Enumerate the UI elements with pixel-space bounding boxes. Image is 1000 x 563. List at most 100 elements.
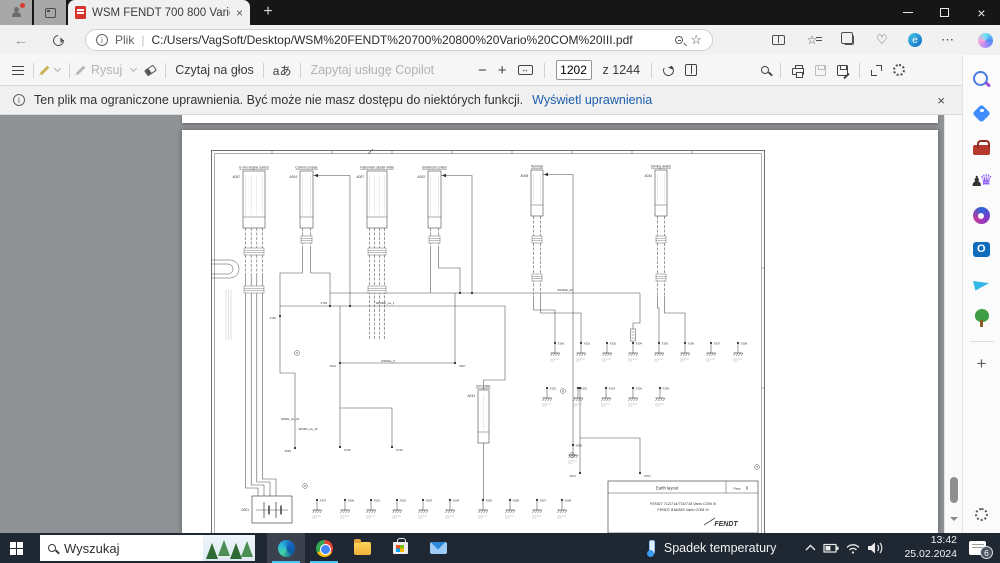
highlighter-chevron-icon[interactable] bbox=[53, 64, 62, 73]
scrollbar-thumb[interactable] bbox=[950, 477, 958, 503]
draw-label[interactable]: Rysuj bbox=[91, 63, 122, 77]
refresh-button[interactable] bbox=[47, 29, 69, 51]
fit-to-width-icon[interactable]: ↔ bbox=[517, 65, 533, 75]
window-close-button[interactable]: × bbox=[963, 0, 1000, 25]
chevron-up-icon[interactable] bbox=[805, 544, 816, 551]
save-as-icon[interactable] bbox=[837, 64, 849, 76]
search-icon[interactable] bbox=[971, 69, 993, 91]
browser-essentials-button[interactable]: ♡ bbox=[870, 29, 894, 51]
wire bbox=[310, 246, 331, 306]
eraser-icon[interactable] bbox=[144, 63, 158, 77]
fullscreen-icon[interactable] bbox=[871, 64, 883, 76]
taskbar-clock[interactable]: 13:42 25.02.2024 bbox=[904, 534, 957, 561]
favorites-button[interactable]: ☆ bbox=[800, 29, 824, 51]
window-minimize-button[interactable] bbox=[889, 0, 926, 25]
draw-chevron-icon[interactable] bbox=[130, 64, 138, 73]
tab-close-icon[interactable]: × bbox=[236, 6, 243, 20]
battery-icon[interactable] bbox=[823, 543, 839, 553]
svg-text:X763: X763 bbox=[320, 301, 327, 305]
pdf-settings-gear-icon[interactable] bbox=[893, 64, 906, 76]
translate-icon[interactable]: aあ bbox=[273, 62, 292, 79]
address-prefix: Plik bbox=[115, 33, 135, 47]
document-search-icon[interactable] bbox=[761, 66, 770, 74]
page-number-input[interactable] bbox=[555, 60, 592, 80]
svg-text:X590: X590 bbox=[576, 444, 583, 448]
svg-text:X501: X501 bbox=[374, 499, 381, 503]
volume-icon[interactable] bbox=[868, 542, 883, 554]
start-button[interactable] bbox=[0, 533, 40, 563]
info-icon[interactable]: i bbox=[96, 34, 108, 46]
notification-center-button[interactable]: 6 bbox=[969, 541, 993, 559]
browser-titlebar: WSM FENDT 700 800 Vario COM × + × bbox=[0, 0, 1000, 25]
window-maximize-button[interactable] bbox=[926, 0, 963, 25]
svg-text:A034: A034 bbox=[645, 174, 653, 178]
notice-close-icon[interactable]: × bbox=[937, 93, 945, 108]
edge-sidebar-icons bbox=[971, 63, 993, 335]
print-icon[interactable] bbox=[792, 65, 805, 78]
zoom-in-button[interactable]: + bbox=[498, 62, 507, 79]
ground-X503: X503 bbox=[418, 499, 432, 519]
sidebar-settings-gear-icon[interactable] bbox=[975, 508, 988, 521]
system-tray[interactable] bbox=[802, 540, 890, 556]
component-A007: Instrument cluster white A007 bbox=[357, 166, 394, 340]
scrollbar-down-arrow-icon[interactable] bbox=[950, 517, 958, 525]
draw-pen-icon[interactable] bbox=[75, 65, 86, 75]
taskbar-app-edge[interactable] bbox=[267, 533, 305, 563]
save-icon[interactable] bbox=[815, 64, 827, 76]
svg-text:A008: A008 bbox=[521, 174, 529, 178]
address-bar[interactable]: i Plik | C:/Users/VagSoft/Desktop/WSM%20… bbox=[85, 29, 713, 51]
pdf-viewport[interactable]: E-box engine control A057 Control console A… bbox=[0, 115, 944, 533]
svg-text:X375: X375 bbox=[320, 499, 327, 503]
svg-text:E-box engine control: E-box engine control bbox=[239, 166, 269, 170]
table-of-contents-icon[interactable] bbox=[12, 65, 24, 75]
browser-tab[interactable]: WSM FENDT 700 800 Vario COM × bbox=[68, 0, 250, 25]
zoom-out-page-icon[interactable] bbox=[675, 36, 684, 44]
taskbar-app-chrome[interactable] bbox=[305, 533, 343, 563]
wifi-icon[interactable] bbox=[846, 544, 860, 554]
games-icon[interactable] bbox=[971, 171, 993, 193]
svg-text:X508: X508 bbox=[565, 499, 572, 503]
weather-widget[interactable]: Spadek temperatury bbox=[647, 539, 776, 557]
wire bbox=[256, 276, 271, 496]
zoom-out-button[interactable]: − bbox=[478, 62, 487, 79]
ask-copilot-button[interactable]: Zapytaj usługę Copilot bbox=[310, 63, 434, 77]
read-aloud-button[interactable]: Czytaj na głos bbox=[175, 63, 254, 77]
profile-notification-dot bbox=[20, 3, 25, 8]
shopping-icon[interactable] bbox=[971, 103, 993, 125]
wire bbox=[438, 246, 461, 293]
svg-text:X332: X332 bbox=[581, 387, 588, 391]
taskbar-app-mail[interactable] bbox=[419, 533, 457, 563]
taskbar-search-box[interactable]: Wyszukaj bbox=[40, 535, 255, 561]
taskbar-app-store[interactable] bbox=[381, 533, 419, 563]
svg-text:Earth layout: Earth layout bbox=[656, 486, 679, 491]
search-decoration-trees bbox=[203, 535, 255, 561]
rewards-button[interactable]: e bbox=[903, 29, 927, 51]
battery-G001: G001 bbox=[241, 495, 293, 524]
svg-text:X500: X500 bbox=[348, 499, 355, 503]
toolbox-icon[interactable] bbox=[971, 137, 993, 159]
profile-button[interactable] bbox=[0, 0, 32, 25]
rotate-icon[interactable] bbox=[661, 63, 676, 77]
back-button[interactable]: ← bbox=[10, 29, 32, 51]
split-screen-button[interactable] bbox=[766, 29, 790, 51]
pdf-scrollbar[interactable] bbox=[944, 115, 962, 533]
new-tab-button[interactable]: + bbox=[257, 1, 279, 23]
collections-button[interactable] bbox=[837, 29, 861, 51]
outlook-icon[interactable] bbox=[971, 239, 993, 261]
taskbar-app-explorer[interactable] bbox=[343, 533, 381, 563]
tab-actions-button[interactable] bbox=[34, 0, 66, 25]
copilot-button[interactable] bbox=[973, 29, 997, 51]
page-view-icon[interactable] bbox=[685, 64, 698, 76]
svg-text:X307: X307 bbox=[714, 342, 721, 346]
svg-text:FENDT 712/714/716/718 Vario CO: FENDT 712/714/716/718 Vario COM III bbox=[650, 502, 716, 506]
more-menu-button[interactable]: ⋯ bbox=[936, 29, 960, 51]
drop-icon[interactable] bbox=[971, 273, 993, 295]
view-permissions-link[interactable]: Wyświetl uprawnienia bbox=[532, 93, 652, 107]
sidebar-add-button[interactable]: + bbox=[977, 354, 987, 374]
tree-icon[interactable] bbox=[971, 307, 993, 329]
favorite-star-icon[interactable]: ☆ bbox=[690, 32, 702, 48]
office-icon[interactable] bbox=[971, 205, 993, 227]
ground-X502: X502 bbox=[392, 499, 406, 519]
highlighter-icon[interactable] bbox=[39, 65, 50, 75]
svg-text:X306: X306 bbox=[688, 342, 695, 346]
